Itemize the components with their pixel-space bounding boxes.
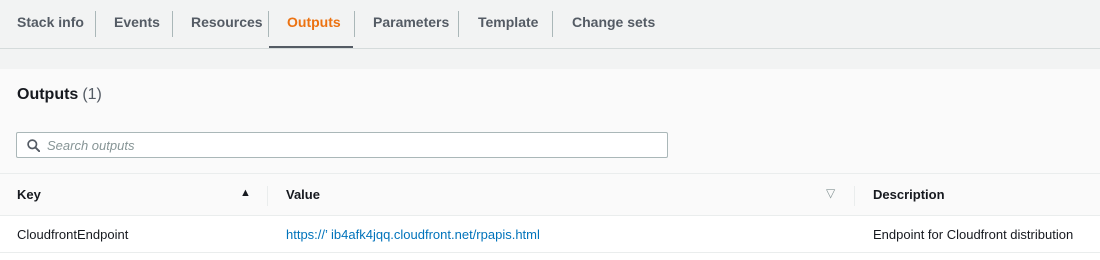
active-tab-indicator [269, 46, 353, 48]
table-row: CloudfrontEndpoint https://’ ib4afk4jqq.… [0, 216, 1100, 253]
tab-change-sets[interactable]: Change sets [572, 0, 655, 48]
sort-icon[interactable]: ▽ [826, 186, 835, 200]
table-header: Key ▲ Value ▽ Description [0, 173, 1100, 216]
outputs-count: (1) [82, 86, 102, 103]
column-header-key[interactable]: Key [17, 174, 41, 215]
tab-divider [354, 11, 355, 37]
tab-divider [268, 11, 269, 37]
tab-resources[interactable]: Resources [191, 0, 263, 48]
output-key: CloudfrontEndpoint [17, 227, 129, 242]
column-divider[interactable] [267, 186, 268, 206]
sort-ascending-icon[interactable]: ▲ [240, 187, 251, 199]
search-box [16, 132, 668, 158]
tab-bar: Stack info Events Resources Outputs Para… [0, 0, 1100, 49]
output-value: https://’ ib4afk4jqq.cloudfront.net/rpap… [286, 216, 540, 252]
tab-divider [172, 11, 173, 37]
tab-parameters[interactable]: Parameters [373, 0, 449, 48]
panel-title-text: Outputs [17, 86, 79, 103]
tab-divider [458, 11, 459, 37]
column-divider[interactable] [854, 186, 855, 206]
search-input[interactable] [47, 134, 657, 156]
column-header-description: Description [873, 187, 945, 202]
tab-divider [552, 11, 553, 37]
tab-template[interactable]: Template [478, 0, 538, 48]
search-icon [27, 139, 40, 152]
tab-events[interactable]: Events [114, 0, 160, 48]
panel-title: Outputs (1) [17, 86, 102, 104]
tab-stack-info[interactable]: Stack info [17, 0, 84, 48]
output-value-link[interactable]: https://’ ib4afk4jqq.cloudfront.net/rpap… [286, 227, 540, 242]
output-description: Endpoint for Cloudfront distribution [873, 227, 1074, 242]
column-header-value[interactable]: Value [286, 174, 320, 215]
tab-outputs[interactable]: Outputs [287, 0, 341, 48]
tab-divider [95, 11, 96, 37]
